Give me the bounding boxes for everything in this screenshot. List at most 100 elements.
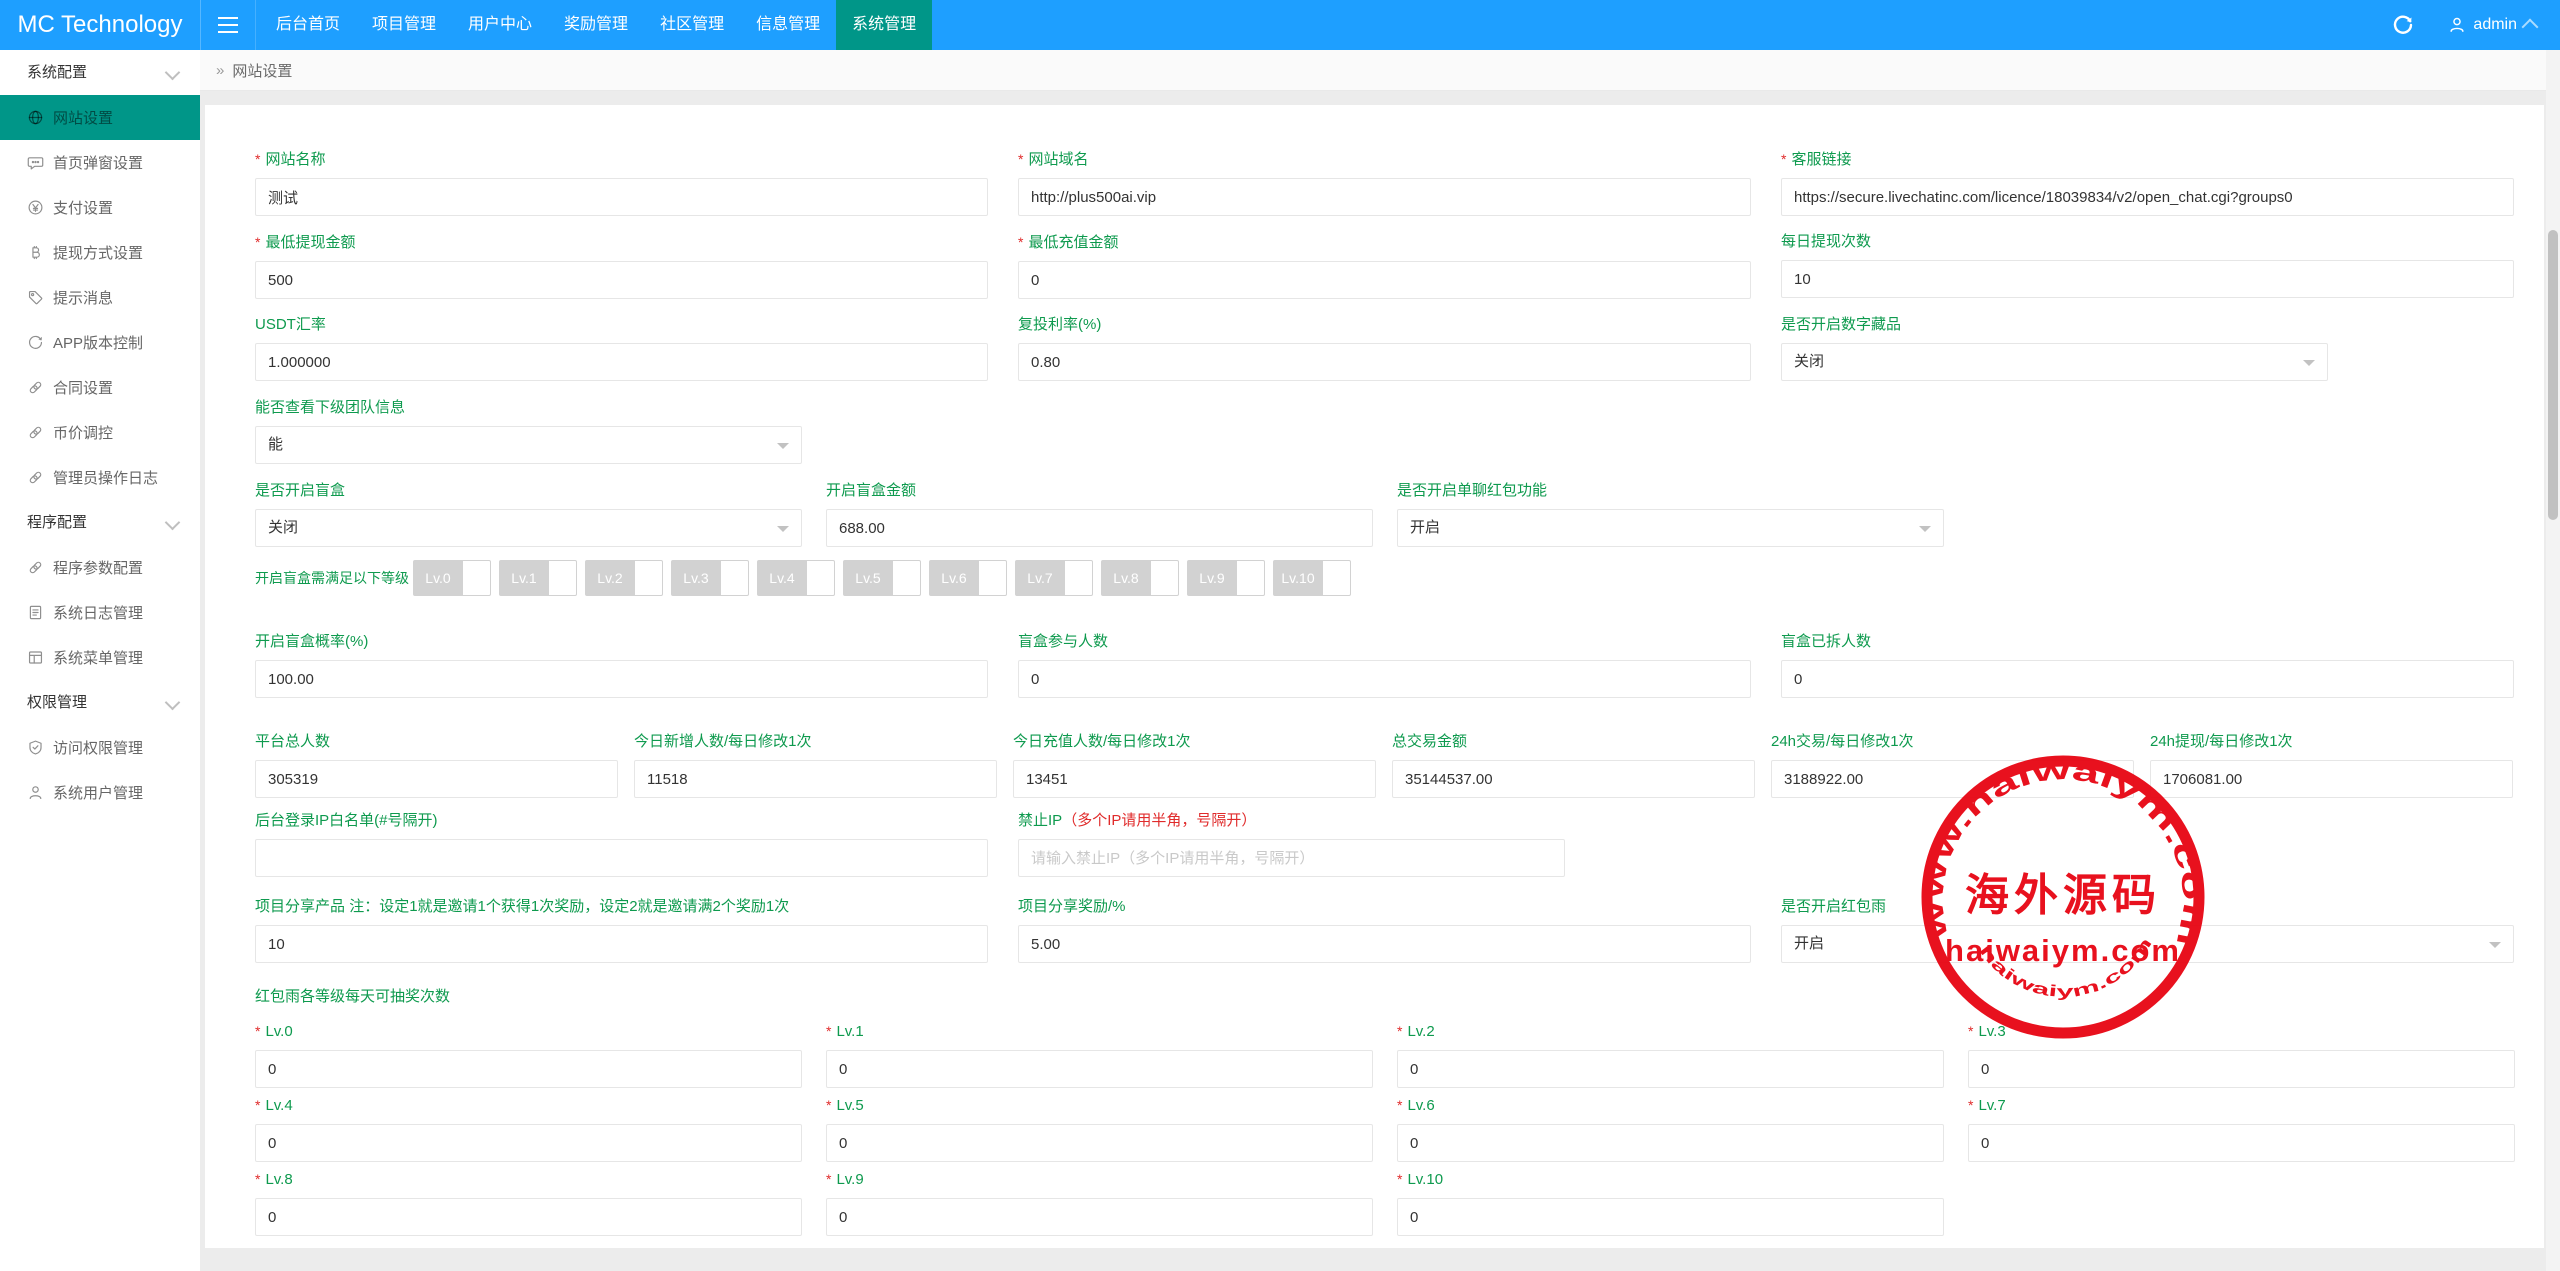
checkbox[interactable] — [1151, 560, 1179, 596]
level-checkbox-lv2[interactable]: Lv.2 — [585, 560, 663, 596]
single-chat-redpacket-select[interactable]: 开启 — [1397, 509, 1944, 547]
level-checkbox-lv4[interactable]: Lv.4 — [757, 560, 835, 596]
lv3-input[interactable] — [1968, 1050, 2515, 1088]
popup-icon — [27, 154, 44, 171]
withdraw-24h-input[interactable] — [2150, 760, 2513, 798]
sidebar-item-app-version[interactable]: APP版本控制 — [0, 320, 200, 365]
sidebar-item-withdraw-methods[interactable]: 提现方式设置 — [0, 230, 200, 275]
lv8-input[interactable] — [255, 1198, 802, 1236]
sidebar-item-coin-price[interactable]: 币价调控 — [0, 410, 200, 455]
checkbox[interactable] — [1065, 560, 1093, 596]
trade-24h-input[interactable] — [1771, 760, 2134, 798]
today-recharge-input[interactable] — [1013, 760, 1376, 798]
sidebar-item-tip-messages[interactable]: 提示消息 — [0, 275, 200, 320]
blind-box-rate-input[interactable] — [255, 660, 988, 698]
checkbox[interactable] — [721, 560, 749, 596]
reinvest-rate-input[interactable] — [1018, 343, 1751, 381]
blind-box-amount-input[interactable] — [826, 509, 1373, 547]
checkbox[interactable] — [463, 560, 491, 596]
share-product-input[interactable] — [255, 925, 988, 963]
admin-username: admin — [2473, 16, 2517, 34]
platform-total-input[interactable] — [255, 760, 618, 798]
link-icon — [27, 379, 44, 396]
level-checkbox-lv1[interactable]: Lv.1 — [499, 560, 577, 596]
admin-user-menu[interactable]: admin — [2438, 0, 2560, 50]
share-reward-input[interactable] — [1018, 925, 1751, 963]
sidebar-section-permissions[interactable]: 权限管理 — [0, 680, 200, 725]
sidebar-item-system-menus[interactable]: 系统菜单管理 — [0, 635, 200, 680]
min-recharge-input[interactable] — [1018, 261, 1751, 299]
level-checkbox-lv3[interactable]: Lv.3 — [671, 560, 749, 596]
link-icon — [27, 469, 44, 486]
lv1-input[interactable] — [826, 1050, 1373, 1088]
nav-item-system[interactable]: 系统管理 — [836, 0, 932, 50]
lv5-input[interactable] — [826, 1124, 1373, 1162]
level-checkbox-lv5[interactable]: Lv.5 — [843, 560, 921, 596]
breadcrumb: 网站设置 — [200, 50, 2560, 91]
nav-item-dashboard[interactable]: 后台首页 — [260, 0, 356, 50]
nav-item-information[interactable]: 信息管理 — [740, 0, 836, 50]
checkbox[interactable] — [893, 560, 921, 596]
lv2-input[interactable] — [1397, 1050, 1944, 1088]
lv6-input[interactable] — [1397, 1124, 1944, 1162]
usdt-rate-input[interactable] — [255, 343, 988, 381]
checkbox[interactable] — [807, 560, 835, 596]
lv10-input[interactable] — [1397, 1198, 1944, 1236]
view-team-select[interactable]: 能 — [255, 426, 802, 464]
lv9-input[interactable] — [826, 1198, 1373, 1236]
blind-box-enable-select[interactable]: 关闭 — [255, 509, 802, 547]
site-name-input[interactable] — [255, 178, 988, 216]
sidebar-item-system-users[interactable]: 系统用户管理 — [0, 770, 200, 815]
sidebar-item-admin-logs[interactable]: 管理员操作日志 — [0, 455, 200, 500]
checkbox[interactable] — [1237, 560, 1265, 596]
redpacket-rain-select[interactable]: 开启 — [1781, 925, 2514, 963]
refresh-button[interactable] — [2368, 0, 2438, 50]
blind-box-opened-input[interactable] — [1781, 660, 2514, 698]
checkbox[interactable] — [635, 560, 663, 596]
ip-ban-input[interactable] — [1018, 839, 1565, 877]
lv0-input[interactable] — [255, 1050, 802, 1088]
checkbox[interactable] — [979, 560, 1007, 596]
level-checkbox-lv6[interactable]: Lv.6 — [929, 560, 1007, 596]
checkbox[interactable] — [549, 560, 577, 596]
total-trade-input[interactable] — [1392, 760, 1755, 798]
today-new-input[interactable] — [634, 760, 997, 798]
sidebar-section-program-config[interactable]: 程序配置 — [0, 500, 200, 545]
field-blind-box-opened: 盲盒已拆人数 — [1781, 633, 2514, 698]
level-checkbox-lv9[interactable]: Lv.9 — [1187, 560, 1265, 596]
ip-ban-note: （多个IP请用半角，号隔开） — [1062, 812, 1256, 829]
blind-box-join-input[interactable] — [1018, 660, 1751, 698]
sidebar-item-program-params[interactable]: 程序参数配置 — [0, 545, 200, 590]
level-checkbox-lv0[interactable]: Lv.0 — [413, 560, 491, 596]
sidebar-item-access-permissions[interactable]: 访问权限管理 — [0, 725, 200, 770]
required-asterisk: * — [255, 1023, 260, 1039]
level-checkbox-lv8[interactable]: Lv.8 — [1101, 560, 1179, 596]
select-caret-icon — [777, 526, 789, 538]
scrollbar-thumb[interactable] — [2548, 230, 2558, 520]
field-blind-box-enable: 是否开启盲盒 关闭 — [255, 482, 802, 547]
checkbox[interactable] — [1323, 560, 1351, 596]
sidebar-item-payment-settings[interactable]: 支付设置 — [0, 185, 200, 230]
level-checkbox-lv10[interactable]: Lv.10 — [1273, 560, 1351, 596]
daily-withdraw-times-input[interactable] — [1781, 260, 2514, 298]
sidebar-section-system-config[interactable]: 系统配置 — [0, 50, 200, 95]
sidebar-item-home-popup[interactable]: 首页弹窗设置 — [0, 140, 200, 185]
nav-item-users[interactable]: 用户中心 — [452, 0, 548, 50]
sidebar-item-contract-settings[interactable]: 合同设置 — [0, 365, 200, 410]
hamburger-menu-icon[interactable] — [201, 0, 256, 50]
field-lv1: *Lv.1 — [826, 1022, 1373, 1088]
sidebar-item-system-logs[interactable]: 系统日志管理 — [0, 590, 200, 635]
lv7-input[interactable] — [1968, 1124, 2515, 1162]
nav-item-community[interactable]: 社区管理 — [644, 0, 740, 50]
nav-item-projects[interactable]: 项目管理 — [356, 0, 452, 50]
nav-item-rewards[interactable]: 奖励管理 — [548, 0, 644, 50]
ip-whitelist-input[interactable] — [255, 839, 988, 877]
lv4-input[interactable] — [255, 1124, 802, 1162]
min-withdraw-input[interactable] — [255, 261, 988, 299]
sidebar-item-site-settings[interactable]: 网站设置 — [0, 95, 200, 140]
site-domain-input[interactable] — [1018, 178, 1751, 216]
field-blind-box-amount: 开启盲盒金额 — [826, 482, 1373, 547]
service-link-input[interactable] — [1781, 178, 2514, 216]
level-checkbox-lv7[interactable]: Lv.7 — [1015, 560, 1093, 596]
digital-collection-select[interactable]: 关闭 — [1781, 343, 2328, 381]
